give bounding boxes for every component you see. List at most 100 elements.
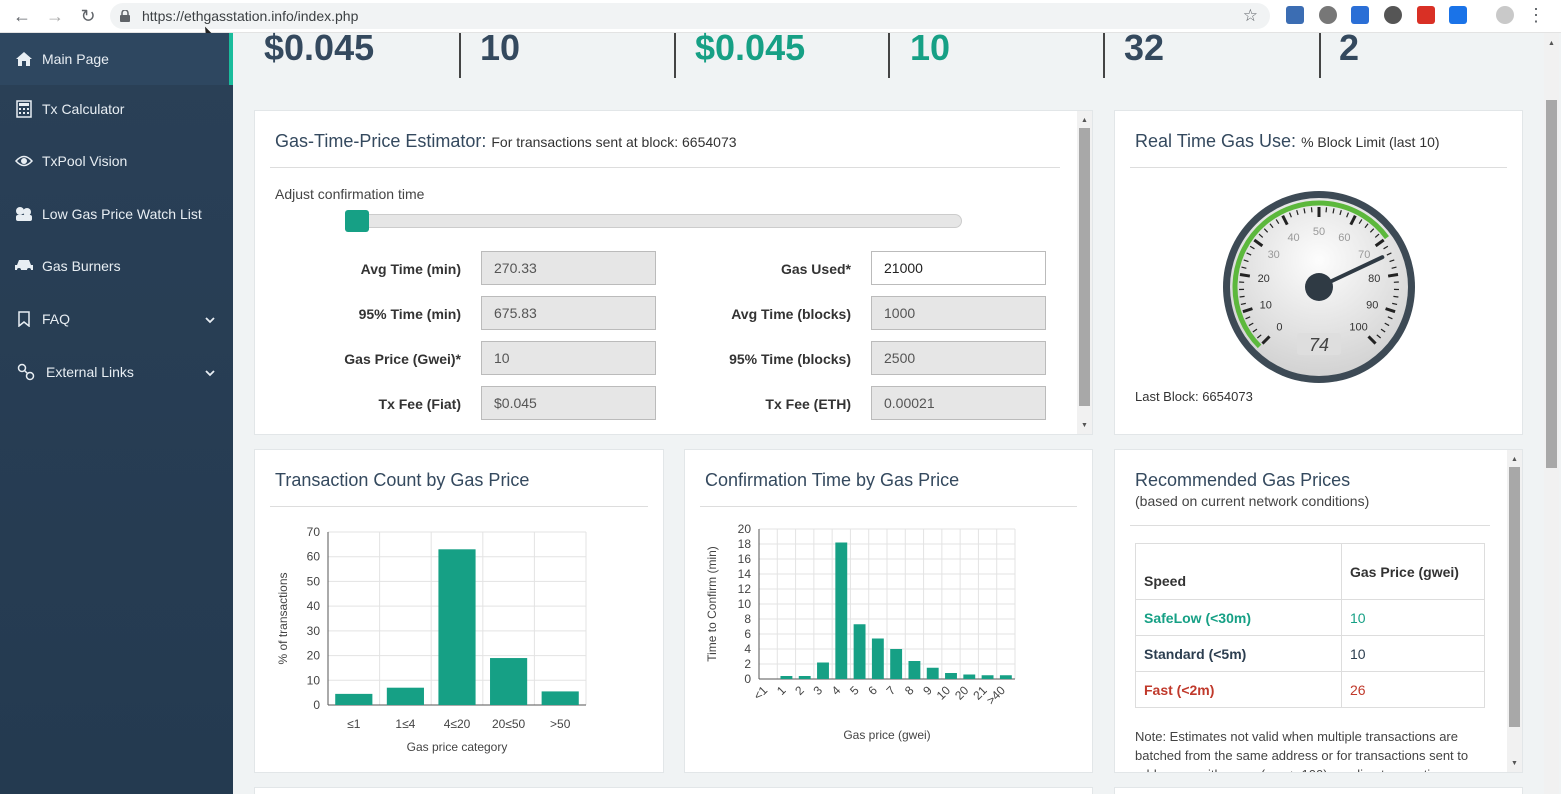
y-tick-label: 70 — [307, 525, 321, 539]
x-tick-label: 8 — [902, 683, 917, 698]
recommended-subtitle: (based on current network conditions) — [1135, 493, 1370, 509]
gauge-tick-label: 30 — [1268, 249, 1280, 261]
y-tick-label: 40 — [307, 599, 321, 613]
bar — [926, 667, 939, 679]
estimator-panel: Gas-Time-Price Estimator: For transactio… — [254, 110, 1093, 435]
scroll-thumb[interactable] — [1509, 467, 1520, 727]
scroll-thumb[interactable] — [1546, 100, 1557, 468]
slider-handle[interactable] — [345, 210, 369, 232]
sidebar-item-tx-calculator[interactable]: Tx Calculator — [0, 83, 233, 135]
gas-use-subtitle: % Block Limit (last 10) — [1301, 134, 1440, 150]
tx-fee-fiat-field: $0.045 — [481, 386, 656, 420]
sidebar-item-txpool-vision[interactable]: TxPool Vision — [0, 135, 233, 187]
sidebar-item-low-gas-watch-list[interactable]: Low Gas Price Watch List — [0, 188, 233, 240]
estimator-title-text: Gas-Time-Price Estimator: — [275, 131, 487, 151]
95-time-min-field: 675.83 — [481, 296, 656, 330]
gas-use-title: Real Time Gas Use: % Block Limit (last 1… — [1135, 131, 1440, 152]
extension-icon[interactable] — [1449, 6, 1467, 24]
address-bar[interactable]: https://ethgasstation.info/index.php ☆ — [110, 3, 1270, 29]
bar — [335, 693, 373, 705]
panel-scrollbar[interactable]: ▲ ▼ — [1077, 111, 1092, 434]
y-tick-label: 12 — [738, 582, 752, 596]
x-tick-label: 3 — [810, 683, 825, 698]
stat-value: $0.045 — [264, 27, 375, 68]
x-axis-title: Gas price (gwei) — [843, 728, 930, 742]
bar — [999, 675, 1012, 679]
tx-count-title: Transaction Count by Gas Price — [275, 470, 530, 490]
scroll-thumb[interactable] — [1079, 128, 1090, 406]
gauge-tick-label: 80 — [1368, 273, 1380, 285]
y-axis-title: % of transactions — [276, 572, 290, 664]
y-tick-label: 20 — [307, 649, 321, 663]
sidebar-item-external-links[interactable]: External Links — [0, 346, 233, 398]
tx-fee-fiat-label: Tx Fee (Fiat) — [378, 396, 461, 412]
scroll-up-arrow-icon[interactable]: ▲ — [1077, 114, 1092, 126]
sidebar-item-label: Gas Burners — [42, 258, 121, 274]
forward-arrow-icon[interactable]: → — [40, 1, 70, 31]
95-time-min-label: 95% Time (min) — [358, 306, 461, 322]
price-standard: 10 — [1341, 635, 1485, 672]
extension-icon[interactable] — [1384, 6, 1402, 24]
page-scrollbar[interactable]: ▲ — [1544, 33, 1559, 794]
url-text: https://ethgasstation.info/index.php — [142, 8, 359, 24]
eye-icon — [14, 151, 34, 171]
back-arrow-icon[interactable]: ← — [7, 1, 37, 31]
scroll-up-arrow-icon[interactable]: ▲ — [1544, 37, 1559, 49]
bar — [541, 691, 579, 705]
y-tick-label: 8 — [744, 612, 751, 626]
stat-value: $0.045 — [695, 27, 806, 68]
speed-safelow: SafeLow (<30m) — [1135, 599, 1342, 636]
95-time-blocks-label: 95% Time (blocks) — [729, 351, 851, 367]
extension-icon[interactable] — [1286, 6, 1304, 24]
gas-used-input[interactable]: 21000 — [871, 251, 1046, 285]
sidebar-item-main-page[interactable]: Main Page — [0, 33, 233, 85]
stat-value: 10 — [480, 27, 521, 68]
y-tick-label: 30 — [307, 624, 321, 638]
bar — [963, 674, 976, 679]
gauge-hub — [1305, 273, 1333, 301]
confirm-time-chart: 02468101214161820<1 1 2 3 4 5 6 7 8 9102021>40Gas… — [705, 522, 1016, 742]
bar — [438, 549, 476, 705]
car-icon — [14, 256, 34, 276]
browser-menu-icon[interactable]: ⋮ — [1527, 5, 1545, 26]
bar — [386, 687, 424, 705]
extension-icon[interactable] — [1319, 6, 1337, 24]
scroll-down-arrow-icon[interactable]: ▼ — [1507, 757, 1522, 769]
stat-divider — [674, 33, 676, 78]
x-tick-label: >40 — [984, 683, 1009, 708]
gauge-tick-label: 20 — [1258, 273, 1270, 285]
money-icon — [14, 204, 34, 224]
gas-price-field[interactable]: 10 — [481, 341, 656, 375]
scroll-down-arrow-icon[interactable]: ▼ — [1077, 419, 1092, 431]
x-tick-label: 4≤20 — [444, 717, 471, 731]
link-icon — [16, 362, 36, 382]
price-fast: 26 — [1341, 671, 1485, 708]
reload-icon[interactable]: ↻ — [73, 1, 103, 31]
chevron-down-icon — [205, 364, 215, 380]
scroll-up-arrow-icon[interactable]: ▲ — [1507, 453, 1522, 465]
gauge-tick-label: 100 — [1349, 322, 1367, 334]
extension-icon[interactable] — [1417, 6, 1435, 24]
sidebar-item-faq[interactable]: FAQ — [0, 293, 233, 345]
recommended-panel: Recommended Gas Prices (based on current… — [1114, 449, 1523, 773]
x-tick-label: 20 — [952, 683, 972, 703]
y-tick-label: 0 — [744, 672, 751, 686]
divider — [1130, 167, 1507, 168]
y-tick-label: 18 — [738, 537, 752, 551]
panel-scrollbar[interactable]: ▲ ▼ — [1507, 450, 1522, 772]
lock-icon — [120, 10, 130, 22]
gauge-tick-label: 10 — [1260, 299, 1272, 311]
last-block-text: Last Block: 6654073 — [1135, 389, 1253, 404]
bookmark-star-icon[interactable]: ☆ — [1243, 6, 1258, 26]
x-tick-label: 5 — [847, 683, 862, 698]
confirmation-time-slider[interactable] — [345, 210, 962, 232]
avg-time-blocks-label: Avg Time (blocks) — [731, 306, 851, 322]
y-axis-title: Time to Confirm (min) — [705, 546, 719, 662]
profile-avatar-icon[interactable] — [1496, 6, 1514, 24]
x-tick-label: 9 — [920, 683, 935, 698]
translate-icon[interactable] — [1351, 6, 1369, 24]
sidebar-item-gas-burners[interactable]: Gas Burners — [0, 240, 233, 292]
home-icon — [14, 49, 34, 69]
chevron-down-icon — [205, 311, 215, 327]
bar — [890, 649, 903, 679]
